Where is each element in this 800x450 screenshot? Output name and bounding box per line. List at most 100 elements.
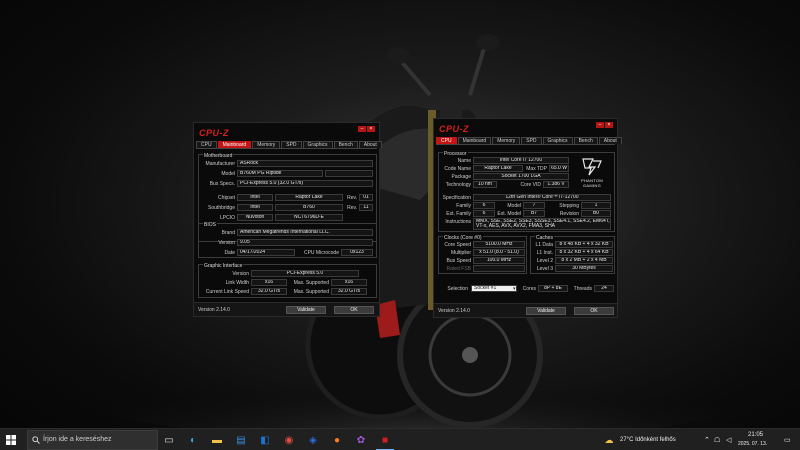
gi-version-label: Version: [232, 271, 249, 277]
tab-bench[interactable]: Bench: [333, 141, 358, 148]
model-extra: [325, 170, 373, 177]
validate-button[interactable]: Validate: [526, 307, 566, 315]
tab-spd[interactable]: SPD: [281, 141, 302, 148]
bottom-bar: Version 2.14.0 Validate OK: [194, 302, 379, 316]
cpuz-logo: CPU-Z: [439, 124, 469, 134]
l1i-value: 8 x 32 KB + 4 x 64 KB: [555, 249, 613, 256]
app-icon[interactable]: ◈: [306, 433, 320, 447]
validate-button[interactable]: Validate: [286, 306, 326, 314]
multiplier-value: x 51.0 (8.0 - 51.0): [473, 249, 525, 256]
tab-cpu[interactable]: CPU: [436, 137, 457, 144]
tab-cpu[interactable]: CPU: [196, 141, 217, 148]
chipset-vendor: Intel: [237, 194, 273, 201]
clock-date[interactable]: 2025. 07. 13.: [738, 441, 767, 447]
tab-graphics[interactable]: Graphics: [302, 141, 333, 148]
chrome-icon[interactable]: ◉: [282, 433, 296, 447]
bios-brand-label: Brand: [221, 230, 235, 236]
tab-spd[interactable]: SPD: [521, 137, 542, 144]
caches-group: Caches L1 Data 8 x 48 KB + 4 x 32 KB L1 …: [530, 236, 615, 274]
bottom-bar: Version 2.14.0 Validate OK: [434, 303, 617, 317]
bios-date-value: 04/17/2024: [237, 249, 295, 256]
store-icon[interactable]: ▤: [234, 433, 248, 447]
edge-icon[interactable]: ◐: [186, 433, 200, 447]
instructions-label: Instructions: [445, 219, 471, 225]
max-tdp-value: 65.0 W: [549, 165, 569, 172]
bios-date-label: Date: [224, 250, 235, 256]
phantom-gaming-logo: [582, 158, 602, 176]
bus-speed-label: Bus Speed: [446, 258, 471, 264]
cpuz-logo: CPU-Z: [199, 128, 229, 138]
microcode-value: 0x123: [341, 249, 373, 256]
minimize-icon[interactable]: –: [358, 126, 366, 132]
version-text: Version 2.14.0: [438, 308, 470, 314]
windows-start-icon[interactable]: [6, 435, 16, 445]
core-speed-label: Core Speed: [444, 242, 471, 248]
l1i-label: L1 Inst.: [536, 250, 553, 256]
notification-icon[interactable]: ▭: [784, 436, 791, 444]
rated-fsb-value: [473, 265, 525, 272]
chevron-down-icon[interactable]: ▾: [513, 286, 516, 292]
core-speed-value: 5100.0 MHz: [473, 241, 525, 248]
tab-memory[interactable]: Memory: [492, 137, 521, 144]
tab-mainboard[interactable]: Mainboard: [457, 137, 492, 144]
close-icon[interactable]: ×: [605, 122, 613, 128]
technology-label: Technology: [445, 182, 471, 188]
code-name-value: Raptor Lake: [473, 165, 523, 172]
weather-text[interactable]: 27°C Időnként felhős: [620, 437, 676, 443]
model-label: Model: [507, 203, 521, 209]
ok-button[interactable]: OK: [574, 307, 614, 315]
ok-button[interactable]: OK: [334, 306, 374, 314]
bus-speed-value: 100.0 MHz: [473, 257, 525, 264]
ext-family-label: Ext. Family: [446, 211, 471, 217]
tab-bar: CPU Mainboard Memory SPD Graphics Bench …: [196, 141, 382, 149]
tab-about[interactable]: About: [358, 141, 382, 148]
rated-fsb-label: Rated FSB: [446, 266, 471, 272]
l2-label: Level 2: [536, 258, 553, 264]
link-speed-value: 32.0 GT/s: [251, 288, 287, 295]
minimize-icon[interactable]: –: [596, 122, 604, 128]
southbridge-vendor: Intel: [237, 204, 273, 211]
link-speed-label: Current Link Speed: [205, 289, 249, 295]
cpuz-taskbar-icon[interactable]: ■: [378, 433, 392, 447]
tab-about[interactable]: About: [598, 137, 622, 144]
stepping-label: Stepping: [559, 203, 579, 209]
family-label: Family: [456, 203, 471, 209]
selection-dropdown[interactable]: Socket #1: [471, 285, 517, 292]
threads-label: Threads: [573, 286, 592, 292]
app-purple-icon[interactable]: ✿: [354, 433, 368, 447]
file-explorer-icon[interactable]: ▬: [210, 433, 224, 447]
lpcio-vendor: Nuvoton: [237, 214, 273, 221]
group-title: BIOS: [203, 222, 217, 228]
network-icon[interactable]: ☖: [714, 436, 720, 444]
outlook-icon[interactable]: ◧: [258, 433, 272, 447]
bios-group: BIOS Brand American Megatrends Internati…: [198, 223, 377, 258]
volume-icon[interactable]: ◁: [726, 436, 731, 444]
max-speed-value: 32.0 GT/s: [331, 288, 367, 295]
group-title: Processor: [443, 151, 468, 157]
revision-label: Revision: [559, 211, 579, 217]
name-value: Intel Core i7 12700: [473, 157, 569, 164]
search-box[interactable]: Írjon ide a kereséshez: [27, 430, 158, 450]
tab-mainboard[interactable]: Mainboard: [217, 141, 252, 148]
southbridge-rev-label: Rev.: [347, 205, 357, 211]
manufacturer-value: ASRock: [237, 160, 373, 167]
ext-model-label: Ext. Model: [497, 211, 521, 217]
link-width-value: x16: [251, 279, 287, 286]
task-view-icon[interactable]: ▭: [162, 433, 176, 447]
tab-bench[interactable]: Bench: [573, 137, 598, 144]
tray-chevron-icon[interactable]: ⌃: [704, 436, 710, 444]
core-vid-label: Core VID: [520, 182, 541, 188]
version-text: Version 2.14.0: [198, 307, 230, 313]
weather-icon[interactable]: ☁: [602, 433, 616, 447]
window-controls: – ×: [358, 126, 375, 132]
spec-label: Specification: [442, 195, 471, 201]
lpcio-label: LPCIO: [219, 215, 235, 221]
firefox-icon[interactable]: ●: [330, 433, 344, 447]
stepping-value: 1: [581, 202, 611, 209]
tab-memory[interactable]: Memory: [252, 141, 281, 148]
clock-time[interactable]: 21:05: [748, 432, 763, 438]
close-icon[interactable]: ×: [367, 126, 375, 132]
instructions-value: MMX, SSE, SSE2, SSE3, SSSE3, SSE4.1, SSE…: [473, 218, 611, 230]
code-name-label: Code Name: [444, 166, 471, 172]
tab-graphics[interactable]: Graphics: [542, 137, 573, 144]
